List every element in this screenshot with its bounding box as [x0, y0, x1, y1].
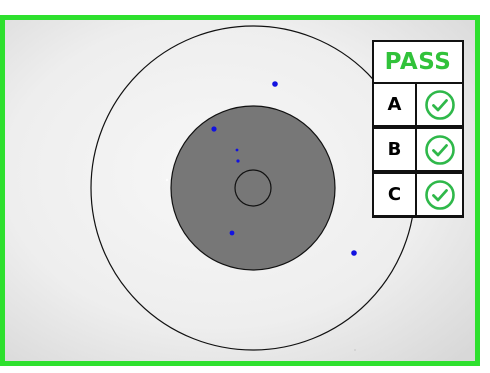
- result-panel: PASS A B C: [372, 40, 464, 218]
- defect-marker: [272, 81, 278, 87]
- zone-label-b: B: [374, 129, 415, 170]
- check-circle-icon: [424, 179, 455, 210]
- status-label: PASS: [374, 42, 462, 82]
- zone-b-boundary: [170, 105, 336, 271]
- zone-label-a: A: [374, 84, 415, 125]
- zone-c-result: [417, 174, 462, 215]
- zone-b-result: [417, 129, 462, 170]
- zone-a-result: [417, 84, 462, 125]
- dust-speck: [354, 349, 356, 351]
- defect-marker: [236, 159, 240, 163]
- highlight-speck: [165, 178, 169, 182]
- defect-marker: [235, 148, 239, 152]
- defect-marker: [229, 230, 235, 236]
- defect-marker: [351, 250, 357, 256]
- check-circle-icon: [424, 134, 455, 165]
- defect-marker: [211, 126, 217, 132]
- check-circle-icon: [424, 89, 455, 120]
- zone-label-c: C: [374, 174, 415, 215]
